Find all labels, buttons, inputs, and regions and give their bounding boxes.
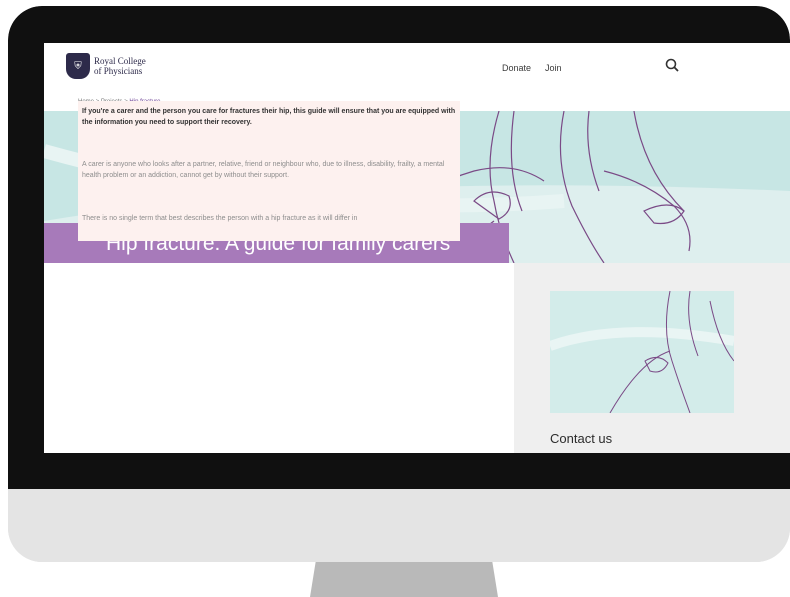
body-paragraph: There is no single term that best descri…	[82, 215, 358, 222]
main-content	[44, 263, 514, 453]
logo-line-2: of Physicians	[94, 66, 143, 76]
browser-screen: ⛨ Royal College of Physicians Donate Joi…	[44, 43, 790, 453]
top-nav: Donate Join	[502, 63, 562, 73]
site-logo[interactable]: ⛨ Royal College of Physicians	[66, 53, 146, 79]
contact-heading: Contact us	[550, 431, 613, 446]
sidebar-image[interactable]	[550, 291, 734, 413]
site-header: ⛨ Royal College of Physicians Donate Joi…	[44, 43, 790, 97]
crest-icon: ⛨	[66, 53, 90, 79]
donate-link[interactable]: Donate	[502, 63, 531, 73]
logo-text: Royal College of Physicians	[94, 56, 146, 76]
search-icon[interactable]	[664, 57, 682, 75]
monitor-chin	[8, 489, 790, 562]
lead-paragraph: If you're a carer and the person you car…	[82, 108, 456, 126]
sidebar: Contact us	[514, 263, 790, 453]
join-link[interactable]: Join	[545, 63, 562, 73]
monitor-stand	[310, 562, 498, 597]
logo-line-1: Royal College	[94, 56, 146, 66]
body-paragraph: A carer is anyone who looks after a part…	[82, 161, 445, 179]
sidebar-line-illustration	[550, 291, 734, 413]
